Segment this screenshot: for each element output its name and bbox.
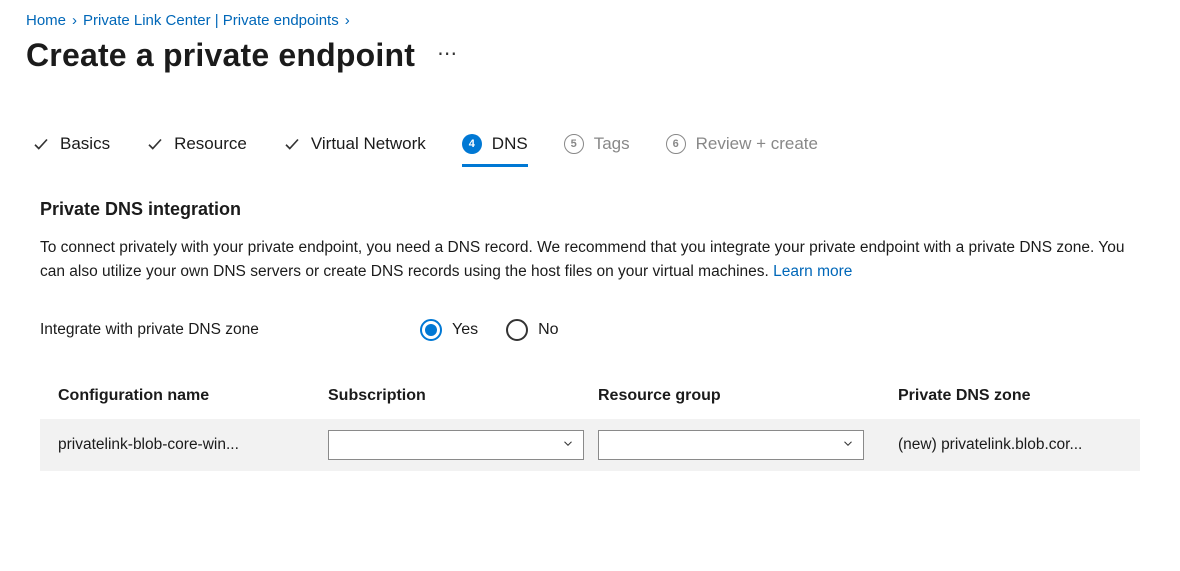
section-title-private-dns-integration: Private DNS integration <box>40 199 1140 220</box>
cell-configuration-name: privatelink-blob-core-win... <box>58 436 328 454</box>
tab-review-create[interactable]: 6 Review + create <box>666 134 818 167</box>
chevron-down-icon <box>841 437 855 454</box>
step-number-icon: 4 <box>462 134 482 154</box>
integrate-label: Integrate with private DNS zone <box>40 321 420 339</box>
th-resource-group: Resource group <box>598 387 898 405</box>
radio-icon <box>506 319 528 341</box>
th-configuration-name: Configuration name <box>58 387 328 405</box>
cell-private-dns-zone: (new) privatelink.blob.cor... <box>898 436 1140 454</box>
chevron-down-icon <box>561 437 575 454</box>
tab-label: Tags <box>594 134 630 154</box>
radio-no[interactable]: No <box>506 319 558 341</box>
breadcrumb-private-link-center[interactable]: Private Link Center | Private endpoints <box>83 12 339 29</box>
check-icon <box>32 135 50 153</box>
radio-label: No <box>538 321 558 339</box>
th-private-dns-zone: Private DNS zone <box>898 387 1140 405</box>
page-title: Create a private endpoint <box>26 37 415 74</box>
th-subscription: Subscription <box>328 387 598 405</box>
radio-icon <box>420 319 442 341</box>
chevron-right-icon: › <box>72 12 77 29</box>
more-actions-icon[interactable]: ⋯ <box>437 41 460 66</box>
radio-yes[interactable]: Yes <box>420 319 478 341</box>
subscription-dropdown[interactable] <box>328 430 584 460</box>
step-number-icon: 6 <box>666 134 686 154</box>
table-row: privatelink-blob-core-win... <box>40 419 1140 471</box>
breadcrumb: Home › Private Link Center | Private end… <box>26 8 1154 29</box>
step-number-icon: 5 <box>564 134 584 154</box>
integrate-radio-group: Yes No <box>420 319 559 341</box>
breadcrumb-home[interactable]: Home <box>26 12 66 29</box>
description-text: To connect privately with your private e… <box>40 239 1124 281</box>
tab-virtual-network[interactable]: Virtual Network <box>283 134 426 167</box>
radio-label: Yes <box>452 321 478 339</box>
table-header: Configuration name Subscription Resource… <box>40 387 1140 419</box>
chevron-right-icon: › <box>345 12 350 29</box>
tab-label: Virtual Network <box>311 134 426 154</box>
check-icon <box>146 135 164 153</box>
tab-label: Resource <box>174 134 247 154</box>
tab-label: DNS <box>492 134 528 154</box>
tab-resource[interactable]: Resource <box>146 134 247 167</box>
tab-tags[interactable]: 5 Tags <box>564 134 630 167</box>
wizard-steps: Basics Resource Virtual Network 4 DNS 5 … <box>26 104 1154 167</box>
tab-label: Review + create <box>696 134 818 154</box>
tab-dns[interactable]: 4 DNS <box>462 134 528 167</box>
tab-basics[interactable]: Basics <box>32 134 110 167</box>
tab-label: Basics <box>60 134 110 154</box>
section-description: To connect privately with your private e… <box>40 236 1140 286</box>
resource-group-dropdown[interactable] <box>598 430 864 460</box>
check-icon <box>283 135 301 153</box>
dns-zone-table: Configuration name Subscription Resource… <box>40 387 1140 471</box>
learn-more-link[interactable]: Learn more <box>773 263 852 280</box>
